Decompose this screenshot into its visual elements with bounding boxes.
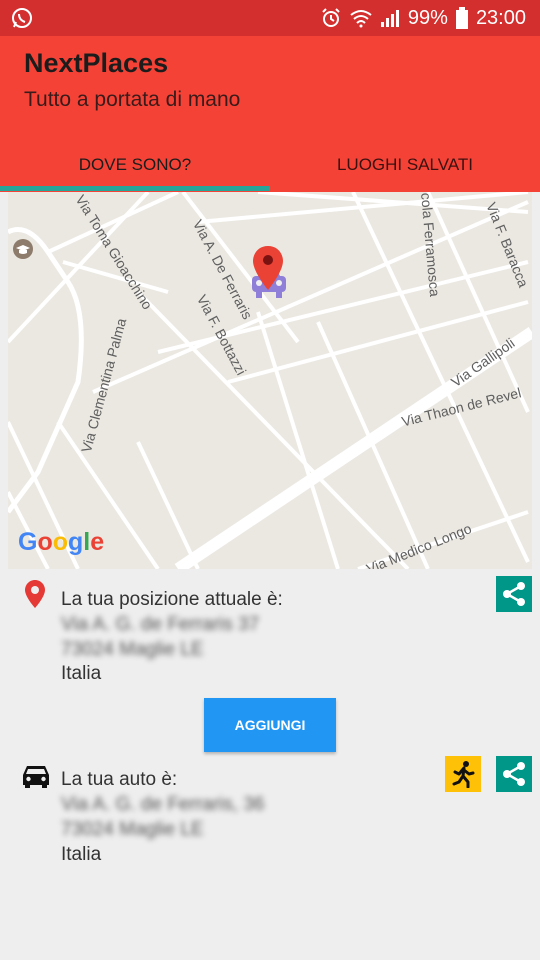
whatsapp-icon [10, 6, 36, 30]
app-bar: NextPlaces Tutto a portata di mano DOVE … [0, 36, 540, 192]
battery-percent: 99% [407, 6, 448, 29]
position-country: Italia [61, 663, 102, 684]
position-address-line2: 73024 Maglie LE [61, 639, 204, 660]
share-icon [503, 762, 525, 786]
car-country: Italia [61, 844, 102, 865]
add-button[interactable]: AGGIUNGI [204, 698, 336, 752]
app-subtitle: Tutto a portata di mano [24, 88, 241, 111]
map-view[interactable]: Via Toma Gioacchino Via A. De Ferraris V… [8, 192, 532, 569]
car-icon [21, 763, 51, 794]
share-icon [503, 582, 525, 606]
info-panel: La tua posizione attuale è: Via A. G. de… [0, 569, 540, 960]
google-logo: Google [18, 528, 105, 556]
battery-icon [455, 7, 468, 29]
school-icon [12, 238, 34, 265]
clock: 23:00 [475, 6, 526, 29]
car-label: La tua auto è: [61, 769, 178, 790]
car-address-line2: 73024 Maglie LE [61, 819, 204, 840]
alarm-icon [320, 7, 342, 29]
share-car-button[interactable] [496, 756, 532, 792]
tab-luoghi-salvati[interactable]: LUOGHI SALVATI [270, 138, 540, 192]
wifi-icon [350, 8, 372, 28]
tab-indicator [0, 186, 270, 191]
tab-bar: DOVE SONO? LUOGHI SALVATI [0, 138, 540, 192]
location-pin-icon[interactable] [251, 244, 285, 297]
signal-icon [380, 8, 400, 28]
car-address-line1: Via A. G. de Ferraris, 36 [61, 794, 265, 815]
walking-icon [452, 761, 475, 788]
location-pin-icon [24, 579, 46, 614]
share-position-button[interactable] [496, 576, 532, 612]
app-title: NextPlaces [24, 48, 169, 78]
status-bar: 99% 23:00 [0, 0, 540, 36]
position-address-line1: Via A. G. de Ferraris 37 [61, 614, 260, 635]
walk-to-car-button[interactable] [445, 756, 481, 792]
tab-dove-sono[interactable]: DOVE SONO? [0, 138, 270, 192]
position-label: La tua posizione attuale è: [61, 589, 283, 610]
